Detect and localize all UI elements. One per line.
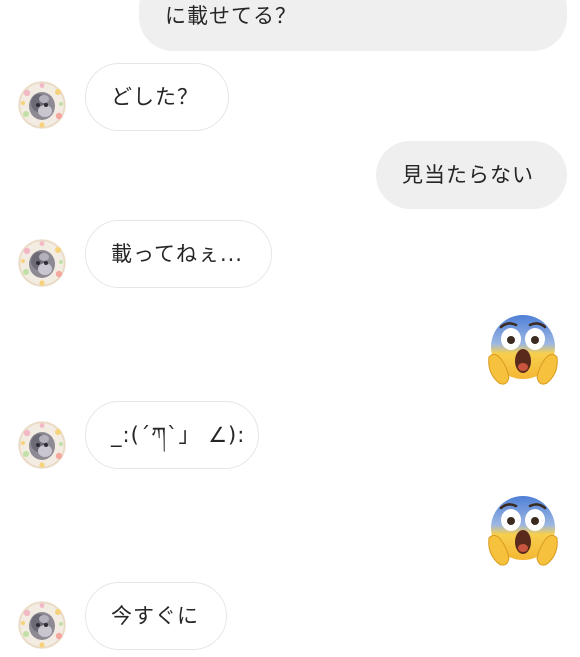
sender-avatar[interactable] xyxy=(18,421,66,469)
message-text: 見当たらない xyxy=(402,162,534,187)
message-bubble-sent[interactable]: に載せてる？ xyxy=(139,0,567,51)
message-text: どした？ xyxy=(111,84,199,109)
face-screaming-in-fear-icon[interactable]: 😱 xyxy=(483,490,563,570)
message-bubble-received[interactable]: 今すぐに xyxy=(85,582,227,650)
message-text: 今すぐに xyxy=(111,603,199,628)
message-text: に載せてる？ xyxy=(165,4,297,28)
message-text: 載ってねぇ... xyxy=(111,241,243,266)
message-bubble-received[interactable]: 載ってねぇ... xyxy=(85,220,272,288)
sender-avatar[interactable] xyxy=(18,81,66,129)
sender-avatar[interactable] xyxy=(18,239,66,287)
message-bubble-sent[interactable]: 見当たらない xyxy=(376,141,567,209)
face-screaming-in-fear-icon[interactable]: 😱 xyxy=(483,309,563,389)
sender-avatar[interactable] xyxy=(18,601,66,649)
message-text: _:(´ཀ`」 ∠): xyxy=(111,422,246,447)
message-bubble-received[interactable]: どした？ xyxy=(85,63,229,131)
message-bubble-received[interactable]: _:(´ཀ`」 ∠): xyxy=(85,401,259,469)
